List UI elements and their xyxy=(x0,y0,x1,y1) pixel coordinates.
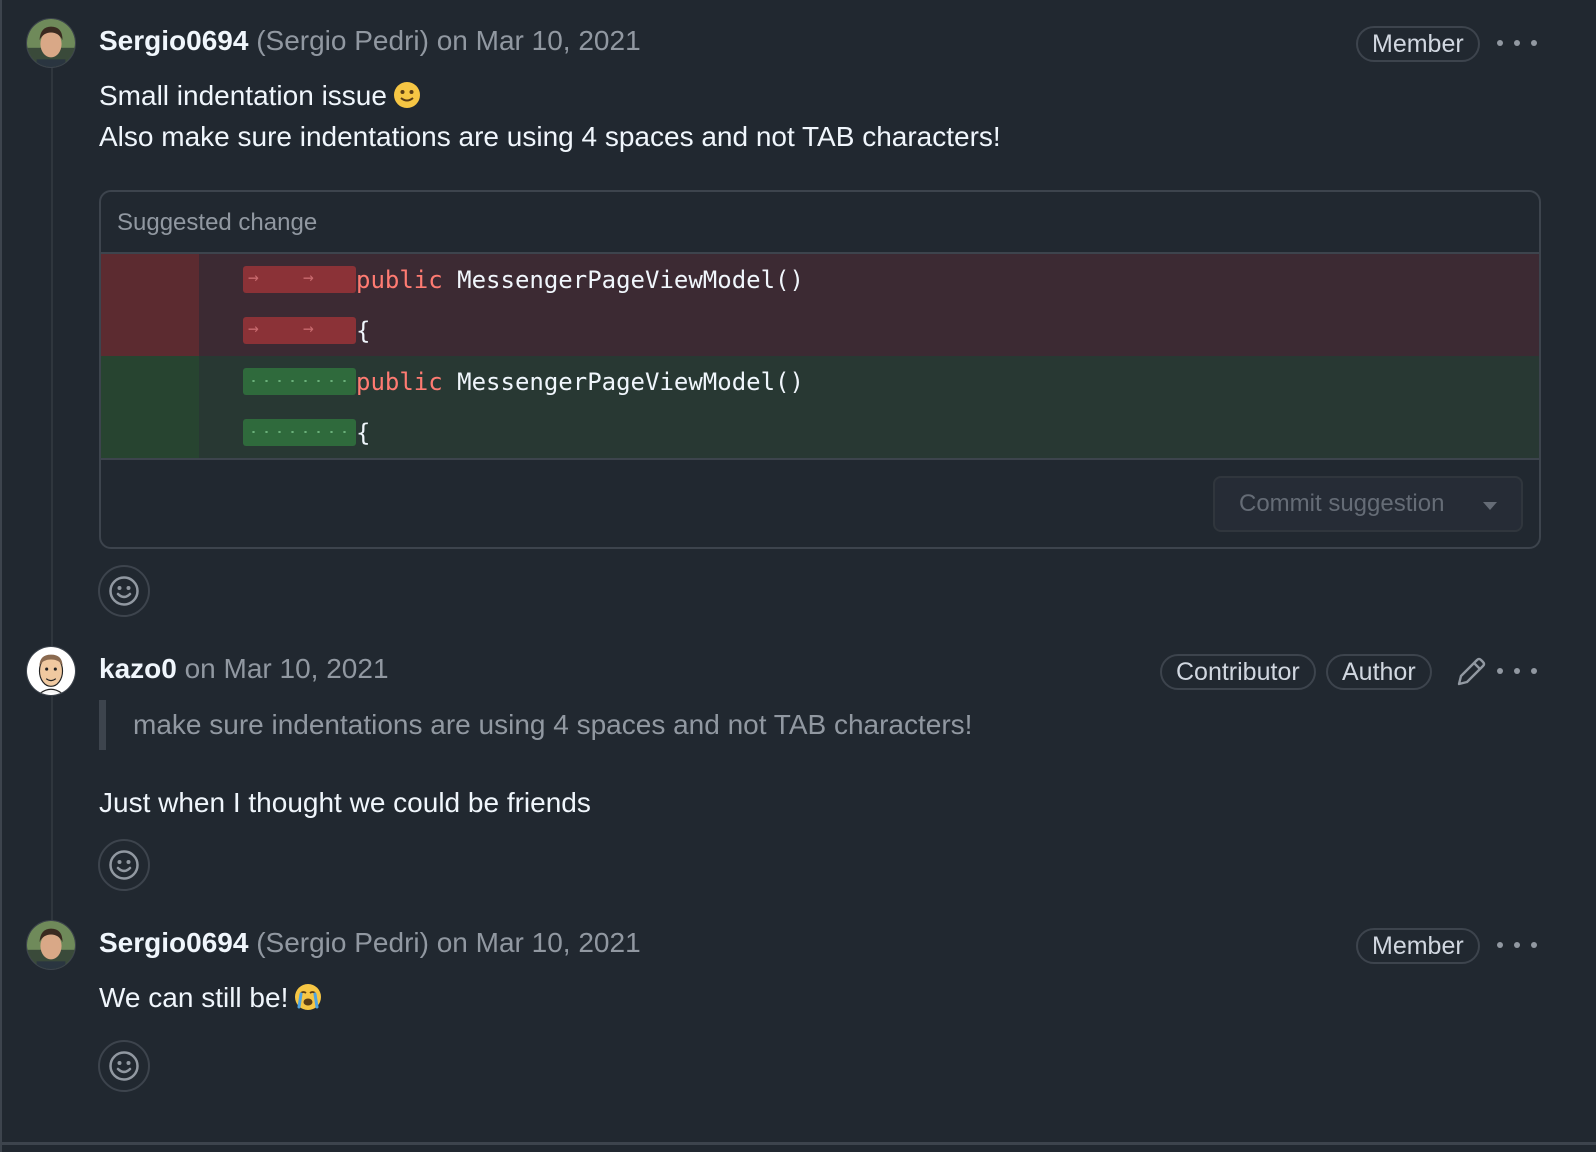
code-text: MessengerPageViewModel() xyxy=(457,265,804,294)
comment-date[interactable]: on Mar 10, 2021 xyxy=(437,927,641,958)
add-reaction-button[interactable] xyxy=(98,565,150,617)
author-badge: Author xyxy=(1326,654,1432,690)
comment-2-header: kazo0 on Mar 10, 2021 xyxy=(99,651,389,687)
code-keyword: public xyxy=(356,367,443,396)
suggested-change-title: Suggested change xyxy=(101,192,1539,254)
pencil-icon[interactable] xyxy=(1453,656,1487,690)
slightly-smiling-face-icon xyxy=(393,79,421,121)
code-text: MessengerPageViewModel() xyxy=(457,367,804,396)
quoted-reply: make sure indentations are using 4 space… xyxy=(99,700,972,750)
comment-1-body-line-2: Also make sure indentations are using 4 … xyxy=(99,121,1001,152)
comment-1-header: Sergio0694 (Sergio Pedri) on Mar 10, 202… xyxy=(99,23,641,59)
tab-arrow-icon: → → xyxy=(243,266,356,293)
comment-3-body: We can still be! xyxy=(99,977,322,1023)
code-text: { xyxy=(356,316,371,345)
comment-author[interactable]: Sergio0694 xyxy=(99,927,248,958)
comment-text: Small indentation issue xyxy=(99,80,387,111)
timeline-left-border xyxy=(0,0,2,1152)
diff-line-added: { xyxy=(101,407,1539,458)
kebab-horizontal-icon[interactable] xyxy=(1497,935,1537,955)
loudly-crying-face-icon xyxy=(294,981,322,1023)
code-text: { xyxy=(356,418,371,447)
comment-author[interactable]: kazo0 xyxy=(99,653,177,684)
kebab-horizontal-icon[interactable] xyxy=(1497,33,1537,53)
suggested-change-box: Suggested change → → public MessengerPageV… xyxy=(99,190,1541,549)
comment-2-body: Just when I thought we could be friends xyxy=(99,787,591,818)
comment-text: We can still be! xyxy=(99,982,289,1013)
comment-author[interactable]: Sergio0694 xyxy=(99,25,248,56)
comment-date[interactable]: on Mar 10, 2021 xyxy=(437,25,641,56)
timeline-bottom-border xyxy=(0,1142,1596,1145)
add-reaction-button[interactable] xyxy=(98,1040,150,1092)
contributor-badge: Contributor xyxy=(1160,654,1316,690)
comment-1-body: Small indentation issue xyxy=(99,75,421,121)
smiley-icon xyxy=(109,850,139,880)
commit-suggestion-label: Commit suggestion xyxy=(1239,490,1445,517)
diff-line-removed: → →{ xyxy=(101,305,1539,356)
comment-author-fullname: (Sergio Pedri) xyxy=(256,927,429,958)
tab-arrow-icon: → → xyxy=(243,317,356,344)
triangle-down-icon xyxy=(1483,502,1497,510)
thread-connector-line xyxy=(51,60,53,930)
space-dots-icon xyxy=(243,368,356,395)
avatar-kazo0[interactable] xyxy=(26,646,76,696)
code-keyword: public xyxy=(356,265,443,294)
member-badge: Member xyxy=(1356,26,1480,62)
member-badge: Member xyxy=(1356,928,1480,964)
diff-line-removed: → → public MessengerPageViewModel() xyxy=(101,254,1539,305)
smiley-icon xyxy=(109,1051,139,1081)
avatar-sergio0694[interactable] xyxy=(26,920,76,970)
smiley-icon xyxy=(109,576,139,606)
kebab-horizontal-icon[interactable] xyxy=(1497,661,1537,681)
comment-date[interactable]: on Mar 10, 2021 xyxy=(185,653,389,684)
diff-line-added: public MessengerPageViewModel() xyxy=(101,356,1539,407)
comment-3-header: Sergio0694 (Sergio Pedri) on Mar 10, 202… xyxy=(99,925,641,961)
commit-suggestion-button[interactable]: Commit suggestion xyxy=(1213,476,1523,532)
space-dots-icon xyxy=(243,419,356,446)
avatar-sergio0694[interactable] xyxy=(26,18,76,68)
comment-author-fullname: (Sergio Pedri) xyxy=(256,25,429,56)
suggestion-footer: Commit suggestion xyxy=(101,458,1539,547)
add-reaction-button[interactable] xyxy=(98,839,150,891)
